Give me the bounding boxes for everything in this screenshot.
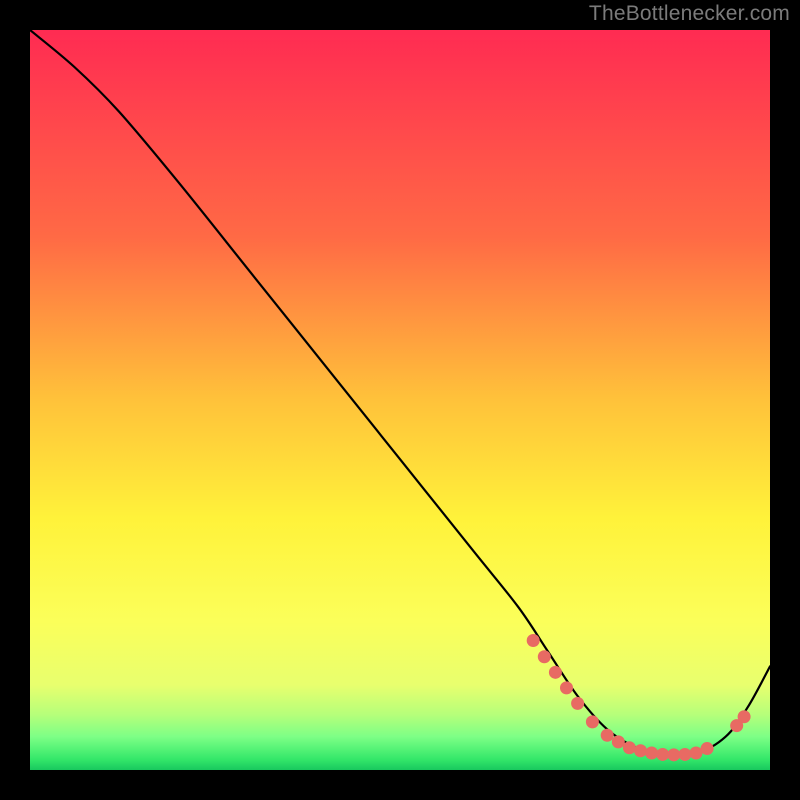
curve-dot <box>601 729 614 742</box>
curve-dot <box>560 681 573 694</box>
curve-dot <box>667 748 680 761</box>
curve-dot <box>586 715 599 728</box>
bottleneck-curve-chart <box>30 30 770 770</box>
curve-dot <box>678 748 691 761</box>
curve-dot <box>612 735 625 748</box>
curve-dot <box>634 744 647 757</box>
curve-dot <box>690 746 703 759</box>
curve-dot <box>571 697 584 710</box>
curve-dot <box>738 710 751 723</box>
gradient-background <box>30 30 770 770</box>
curve-dot <box>623 741 636 754</box>
curve-dot <box>538 650 551 663</box>
curve-dot <box>645 746 658 759</box>
curve-dot <box>701 742 714 755</box>
curve-dot <box>549 666 562 679</box>
curve-dot <box>527 634 540 647</box>
chart-frame: TheBottlenecker.com <box>0 0 800 800</box>
curve-dot <box>656 748 669 761</box>
attribution-text: TheBottlenecker.com <box>589 2 790 26</box>
